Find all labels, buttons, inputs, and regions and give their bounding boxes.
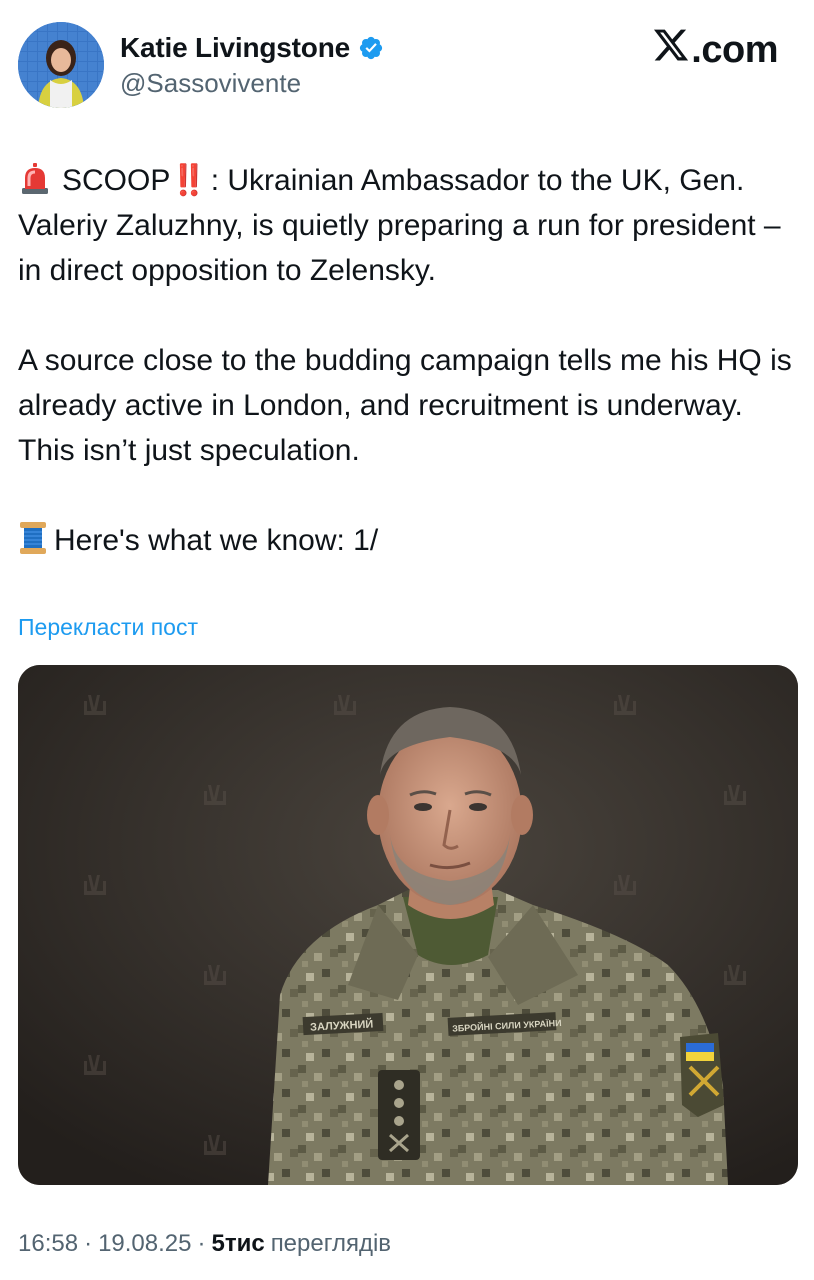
avatar[interactable] (18, 22, 104, 108)
tweet-paragraph-2: A source close to the budding campaign t… (18, 344, 792, 467)
separator: · (84, 1230, 93, 1257)
user-handle[interactable]: @Sassovivente (120, 68, 384, 99)
display-name[interactable]: Katie Livingstone (120, 32, 350, 64)
translate-post-link[interactable]: Перекласти пост (18, 614, 198, 641)
profile-photo (18, 22, 104, 108)
portrait-illustration: ЗАЛУЖНИЙ ЗБРОЙНІ СИЛИ УКРАЇНИ (18, 665, 798, 1185)
views-count[interactable]: 5тис (211, 1230, 264, 1258)
verified-badge-icon (358, 35, 384, 61)
views-label: переглядів (270, 1230, 392, 1257)
tweet-card: Katie Livingstone @Sassovivente .com SCO… (0, 0, 814, 1280)
tweet-paragraph-1: SCOOP‼️: Ukrainian Ambassador to the UK,… (18, 158, 798, 293)
tweet-meta: 16:58 · 19.08.25 · 5тис переглядів (18, 1230, 391, 1258)
double-exclamation: ‼️ (170, 164, 207, 197)
scoop-label: SCOOP (62, 164, 171, 197)
tweet-date[interactable]: 19.08.25 (98, 1230, 191, 1258)
tweet-paragraph-3: Here's what we know: 1/ (18, 518, 798, 563)
tweet-line3-text: Here's what we know: 1/ (54, 524, 379, 557)
separator: · (197, 1230, 206, 1257)
thread-spool-icon (18, 520, 48, 556)
author-block: Katie Livingstone @Sassovivente (120, 30, 384, 99)
tweet-time[interactable]: 16:58 (18, 1230, 78, 1258)
rotating-light-icon (18, 162, 52, 196)
x-logo-icon (652, 26, 691, 74)
x-brand-logo: .com (652, 26, 778, 74)
logo-text: .com (691, 28, 778, 71)
tweet-photo[interactable]: ЗАЛУЖНИЙ ЗБРОЙНІ СИЛИ УКРАЇНИ (18, 665, 798, 1185)
tweet-body: SCOOP‼️: Ukrainian Ambassador to the UK,… (18, 158, 798, 563)
